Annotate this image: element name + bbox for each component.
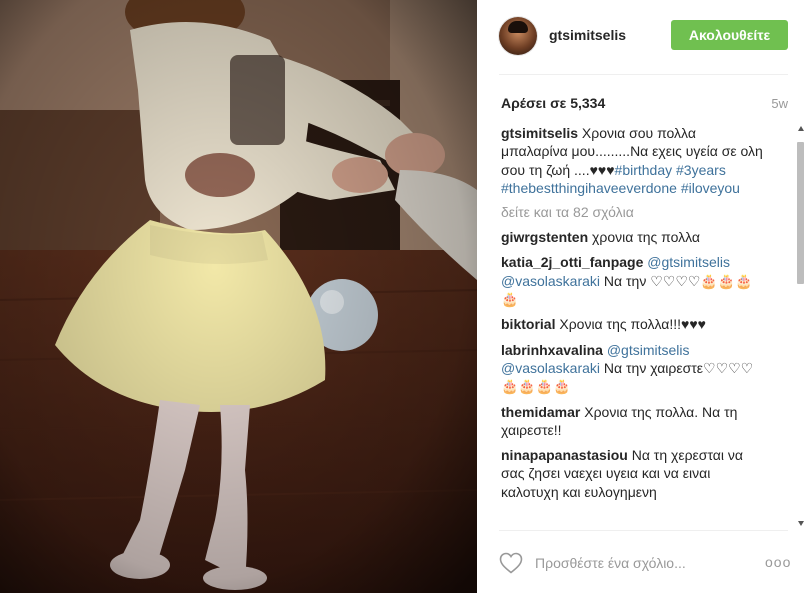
scrollbar-thumb[interactable] [797, 142, 804, 284]
more-options-icon[interactable]: ooo [765, 554, 791, 570]
comment-item: ninapapanastasiou Να τη χερεσται να σας … [501, 446, 763, 501]
comment-item: labrinhxavalina @gtsimitselis @vasolaska… [501, 341, 763, 396]
avatar[interactable] [499, 17, 537, 55]
view-all-comments-link[interactable]: δείτε και τα 82 σχόλια [501, 203, 763, 221]
post-age[interactable]: 5w [771, 96, 788, 111]
hashtag-link[interactable]: #thebestthingihaveeverdone [501, 180, 677, 196]
comments-scrollbar[interactable] [797, 124, 806, 528]
comment-username[interactable]: themidamar [501, 404, 580, 420]
scroll-up-arrow-icon[interactable] [798, 126, 804, 131]
caption: gtsimitselis Χρονια σου πολλα μπαλαρίνα … [501, 124, 763, 197]
comment-item: giwrgstenten χρονια της πολλα [501, 228, 763, 246]
comment-item: biktorial Χρονια της πολλα!!!♥♥♥ [501, 315, 763, 333]
comment-text: χρονια της πολλα [592, 229, 701, 246]
comment-footer: ooo [477, 530, 808, 593]
comment-username[interactable]: katia_2j_otti_fanpage [501, 254, 643, 270]
post-header: gtsimitselis Ακολουθείτε [477, 0, 808, 74]
following-button[interactable]: Ακολουθείτε [671, 20, 788, 50]
hashtag-link[interactable]: #iloveyou [681, 180, 740, 196]
comment-text: Χρονια της πολλα!!!♥♥♥ [559, 316, 706, 333]
likes-count[interactable]: Αρέσει σε 5,334 [501, 95, 605, 111]
caption-username[interactable]: gtsimitselis [501, 125, 578, 141]
add-comment-input[interactable] [533, 552, 737, 574]
post-photo[interactable] [0, 0, 477, 593]
likes-row: Αρέσει σε 5,334 5w [501, 95, 788, 113]
heart-outline-icon[interactable] [499, 552, 523, 574]
mention-link[interactable]: @vasolaskaraki [501, 273, 600, 289]
mention-link[interactable]: @vasolaskaraki [501, 360, 600, 376]
hashtag-link[interactable]: #3years [676, 162, 726, 178]
mention-link[interactable]: @gtsimitselis [607, 342, 690, 358]
post-side-panel: gtsimitselis Ακολουθείτε Αρέσει σε 5,334… [477, 0, 808, 593]
comment-username[interactable]: giwrgstenten [501, 229, 588, 245]
scroll-down-arrow-icon[interactable] [798, 521, 804, 526]
hashtag-link[interactable]: #birthday [615, 162, 673, 178]
comments-list[interactable]: gtsimitselis Χρονια σου πολλα μπαλαρίνα … [501, 124, 763, 528]
photo-illustration [0, 0, 477, 593]
mention-link[interactable]: @gtsimitselis [647, 254, 730, 270]
comment-username[interactable]: biktorial [501, 316, 555, 332]
header-divider [499, 74, 788, 75]
post-author-username[interactable]: gtsimitselis [549, 27, 626, 43]
comment-username[interactable]: labrinhxavalina [501, 342, 603, 358]
comment-item: katia_2j_otti_fanpage @gtsimitselis @vas… [501, 253, 763, 308]
comment-username[interactable]: ninapapanastasiou [501, 447, 628, 463]
comment-item: themidamar Χρονια της πολλα. Να τη χαιρε… [501, 403, 763, 440]
